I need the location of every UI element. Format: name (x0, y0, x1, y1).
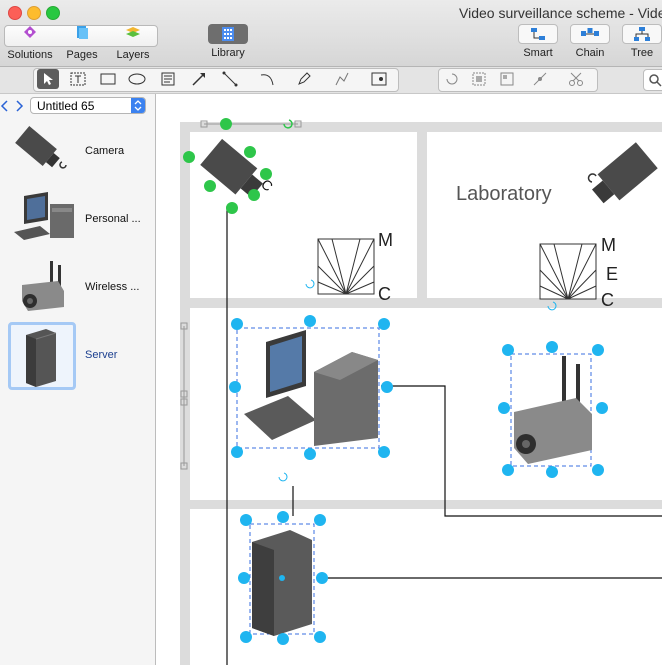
solutions-label: Solutions (7, 49, 53, 61)
drawing-canvas[interactable]: Laboratory M C M E C C (156, 94, 662, 665)
rotate-handle-icon (305, 279, 315, 289)
library-item-label: Personal ... (85, 213, 141, 225)
library-item-server[interactable]: Server (0, 321, 155, 391)
fov-letter-c: C (378, 284, 391, 304)
laboratory-camera (587, 142, 658, 204)
tree-icon (634, 27, 650, 41)
line-arrow-tool-icon[interactable] (188, 69, 210, 89)
selected-camera (183, 118, 293, 214)
tree-button[interactable]: Tree (620, 24, 662, 62)
library-item-camera[interactable]: Camera (0, 117, 155, 187)
smart-label: Smart (523, 47, 553, 59)
field-of-view-shape-1 (317, 238, 375, 295)
close-window-button[interactable] (8, 6, 22, 20)
rectangle-tool-icon[interactable] (97, 69, 119, 89)
library-selector[interactable]: Untitled 65 (30, 97, 146, 114)
drawing-toolbar (0, 67, 662, 94)
connector-tool-icon[interactable] (219, 69, 241, 89)
server-shape (238, 511, 328, 645)
room-label-laboratory: Laboratory (456, 183, 552, 205)
tree-label: Tree (630, 47, 654, 59)
note-tool-icon[interactable] (157, 69, 179, 89)
smart-button[interactable]: Smart (516, 24, 560, 62)
library-button[interactable]: Library (204, 24, 252, 62)
solutions-button[interactable]: Solutions (6, 24, 54, 62)
pages-icon (77, 26, 88, 39)
library-selector-value: Untitled 65 (37, 99, 95, 113)
fov-letter-m: M (601, 235, 616, 255)
chain-label: Chain (575, 47, 605, 59)
select-tool-icon[interactable] (37, 69, 59, 89)
ungroup-tool-icon[interactable] (496, 69, 518, 89)
server-icon (26, 329, 57, 387)
wireless-camera-icon (22, 261, 64, 311)
fov-letter-m: M (378, 230, 393, 250)
edit-points-tool-icon[interactable] (529, 69, 551, 89)
title-bar: Video surveillance scheme - Video Soluti… (0, 0, 662, 67)
layers-button[interactable]: Layers (108, 24, 158, 62)
scissors-tool-icon[interactable] (565, 69, 587, 89)
fov-letter-c: C (601, 290, 614, 310)
chain-button[interactable]: Chain (568, 24, 612, 62)
computer-icon (14, 192, 74, 240)
pages-button[interactable]: Pages (58, 24, 106, 62)
text-box-tool-icon[interactable] (67, 69, 89, 89)
library-item-wireless-camera[interactable]: Wireless ... (0, 253, 155, 323)
arc-tool-icon[interactable] (256, 69, 278, 89)
chain-icon (581, 28, 599, 36)
camera-icon (15, 126, 67, 169)
freehand-tool-icon[interactable] (331, 69, 353, 89)
library-item-label: Server (85, 349, 118, 361)
search-icon (649, 74, 662, 87)
field-of-view-shape-2 (539, 243, 597, 300)
back-arrow-icon[interactable] (0, 100, 10, 112)
forward-arrow-icon[interactable] (14, 100, 24, 112)
rotate-tool-icon[interactable] (441, 69, 463, 89)
solutions-icon (24, 26, 36, 38)
chevron-updown-icon (131, 98, 145, 113)
zoom-window-button[interactable] (46, 6, 60, 20)
floor-plan (180, 118, 662, 665)
layers-icon (126, 27, 140, 37)
minimize-window-button[interactable] (27, 6, 41, 20)
personal-computer-shape (229, 315, 393, 482)
insert-shape-tool-icon[interactable] (368, 69, 390, 89)
library-item-label: Camera (85, 145, 125, 157)
rotate-handle-icon (278, 472, 288, 482)
ellipse-tool-icon[interactable] (126, 69, 148, 89)
library-item-label: Wireless ... (85, 281, 140, 293)
library-item-personal-computer[interactable]: Personal ... (0, 185, 155, 255)
wireless-camera-shape (498, 341, 608, 478)
pages-label: Pages (66, 49, 98, 61)
window-title: Video surveillance scheme - Video (459, 5, 662, 21)
group-tool-icon[interactable] (468, 69, 490, 89)
pen-tool-icon[interactable] (293, 69, 315, 89)
fov-letter-e: E (606, 264, 619, 284)
library-sidebar: Untitled 65 Camera Personal ... Wireless… (0, 94, 156, 665)
search-field[interactable] (643, 69, 662, 91)
smart-connector-icon (531, 28, 545, 40)
library-label: Library (211, 47, 245, 59)
library-icon (222, 27, 234, 41)
layers-label: Layers (116, 49, 150, 61)
